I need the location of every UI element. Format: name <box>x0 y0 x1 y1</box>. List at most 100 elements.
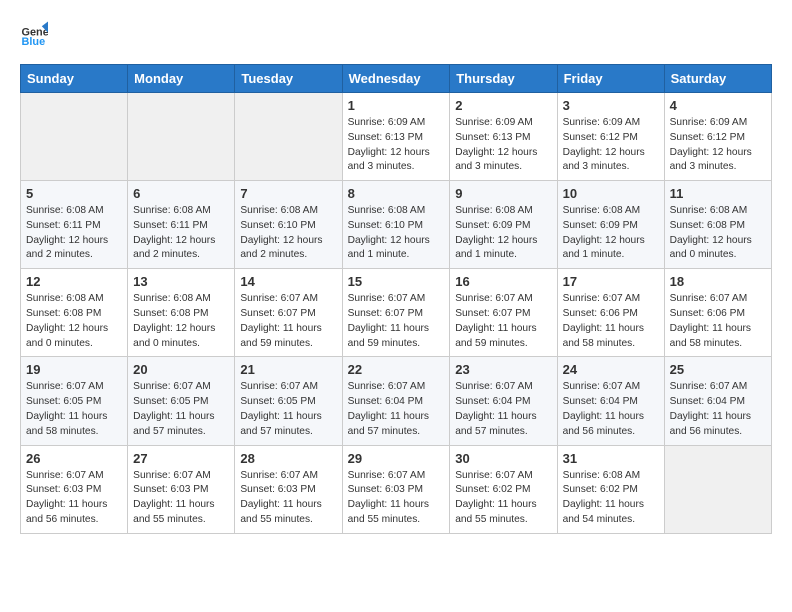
calendar-cell: 19 Sunrise: 6:07 AM Sunset: 6:05 PM Dayli… <box>21 357 128 445</box>
calendar-cell: 13 Sunrise: 6:08 AM Sunset: 6:08 PM Dayli… <box>128 269 235 357</box>
day-info: Sunrise: 6:08 AM Sunset: 6:11 PM Dayligh… <box>133 204 229 263</box>
weekday-header-tuesday: Tuesday <box>235 65 342 93</box>
day-info: Sunrise: 6:07 AM Sunset: 6:03 PM Dayligh… <box>348 469 445 528</box>
calendar-cell: 31Sunrise: 6:08 AM Sunset: 6:02 PM Dayli… <box>557 445 664 533</box>
day-number: 13 <box>133 274 229 289</box>
day-info: Sunrise: 6:09 AM Sunset: 6:12 PM Dayligh… <box>670 116 766 175</box>
day-info: Sunrise: 6:07 AM Sunset: 6:07 PM Dayligh… <box>455 292 551 351</box>
day-number: 24 <box>563 362 659 377</box>
calendar-cell: 26 Sunrise: 6:07 AM Sunset: 6:03 PM Dayli… <box>21 445 128 533</box>
day-info: Sunrise: 6:07 AM Sunset: 6:03 PM Dayligh… <box>133 469 229 528</box>
day-info: Sunrise: 6:08 AM Sunset: 6:10 PM Dayligh… <box>240 204 336 263</box>
day-info: Sunrise: 6:08 AM Sunset: 6:08 PM Dayligh… <box>133 292 229 351</box>
day-info: Sunrise: 6:08 AM Sunset: 6:10 PM Dayligh… <box>348 204 445 263</box>
day-info: Sunrise: 6:07 AM Sunset: 6:03 PM Dayligh… <box>26 469 122 528</box>
day-info: Sunrise: 6:08 AM Sunset: 6:08 PM Dayligh… <box>26 292 122 351</box>
day-info: Sunrise: 6:07 AM Sunset: 6:05 PM Dayligh… <box>133 380 229 439</box>
day-info: Sunrise: 6:07 AM Sunset: 6:07 PM Dayligh… <box>348 292 445 351</box>
day-info: Sunrise: 6:07 AM Sunset: 6:02 PM Dayligh… <box>455 469 551 528</box>
day-info: Sunrise: 6:07 AM Sunset: 6:04 PM Dayligh… <box>348 380 445 439</box>
calendar-cell: 24 Sunrise: 6:07 AM Sunset: 6:04 PM Dayli… <box>557 357 664 445</box>
day-number: 18 <box>670 274 766 289</box>
day-number: 5 <box>26 186 122 201</box>
calendar-cell: 29 Sunrise: 6:07 AM Sunset: 6:03 PM Dayli… <box>342 445 450 533</box>
calendar-cell: 27Sunrise: 6:07 AM Sunset: 6:03 PM Dayli… <box>128 445 235 533</box>
calendar-cell: 2 Sunrise: 6:09 AM Sunset: 6:13 PM Daylig… <box>450 93 557 181</box>
day-number: 12 <box>26 274 122 289</box>
week-row-5: 26 Sunrise: 6:07 AM Sunset: 6:03 PM Dayli… <box>21 445 772 533</box>
day-number: 3 <box>563 98 659 113</box>
day-info: Sunrise: 6:07 AM Sunset: 6:05 PM Dayligh… <box>26 380 122 439</box>
calendar-cell: 30 Sunrise: 6:07 AM Sunset: 6:02 PM Dayli… <box>450 445 557 533</box>
calendar-cell: 1Sunrise: 6:09 AM Sunset: 6:13 PM Daylig… <box>342 93 450 181</box>
logo-icon: General Blue <box>20 20 48 48</box>
day-number: 23 <box>455 362 551 377</box>
calendar-cell: 17 Sunrise: 6:07 AM Sunset: 6:06 PM Dayli… <box>557 269 664 357</box>
day-number: 29 <box>348 451 445 466</box>
weekday-header-wednesday: Wednesday <box>342 65 450 93</box>
day-number: 15 <box>348 274 445 289</box>
calendar-cell <box>664 445 771 533</box>
day-info: Sunrise: 6:09 AM Sunset: 6:12 PM Dayligh… <box>563 116 659 175</box>
day-info: Sunrise: 6:07 AM Sunset: 6:06 PM Dayligh… <box>563 292 659 351</box>
calendar-cell: 14 Sunrise: 6:07 AM Sunset: 6:07 PM Dayli… <box>235 269 342 357</box>
day-number: 31 <box>563 451 659 466</box>
calendar-cell <box>21 93 128 181</box>
day-number: 26 <box>26 451 122 466</box>
page-header: General Blue <box>20 20 772 48</box>
day-number: 30 <box>455 451 551 466</box>
week-row-3: 12 Sunrise: 6:08 AM Sunset: 6:08 PM Dayli… <box>21 269 772 357</box>
calendar-cell: 4 Sunrise: 6:09 AM Sunset: 6:12 PM Daylig… <box>664 93 771 181</box>
day-info: Sunrise: 6:07 AM Sunset: 6:03 PM Dayligh… <box>240 469 336 528</box>
day-number: 17 <box>563 274 659 289</box>
day-info: Sunrise: 6:07 AM Sunset: 6:05 PM Dayligh… <box>240 380 336 439</box>
day-info: Sunrise: 6:08 AM Sunset: 6:09 PM Dayligh… <box>455 204 551 263</box>
svg-text:Blue: Blue <box>22 36 46 48</box>
day-info: Sunrise: 6:08 AM Sunset: 6:09 PM Dayligh… <box>563 204 659 263</box>
weekday-header-thursday: Thursday <box>450 65 557 93</box>
calendar-table: SundayMondayTuesdayWednesdayThursdayFrid… <box>20 64 772 534</box>
day-number: 1 <box>348 98 445 113</box>
calendar-cell: 5 Sunrise: 6:08 AM Sunset: 6:11 PM Daylig… <box>21 181 128 269</box>
calendar-cell: 18 Sunrise: 6:07 AM Sunset: 6:06 PM Dayli… <box>664 269 771 357</box>
day-number: 16 <box>455 274 551 289</box>
logo: General Blue <box>20 20 52 48</box>
day-info: Sunrise: 6:07 AM Sunset: 6:04 PM Dayligh… <box>670 380 766 439</box>
calendar-cell: 15 Sunrise: 6:07 AM Sunset: 6:07 PM Dayli… <box>342 269 450 357</box>
week-row-2: 5 Sunrise: 6:08 AM Sunset: 6:11 PM Daylig… <box>21 181 772 269</box>
day-number: 4 <box>670 98 766 113</box>
day-number: 8 <box>348 186 445 201</box>
calendar-cell: 16 Sunrise: 6:07 AM Sunset: 6:07 PM Dayli… <box>450 269 557 357</box>
day-number: 28 <box>240 451 336 466</box>
calendar-cell: 11 Sunrise: 6:08 AM Sunset: 6:08 PM Dayli… <box>664 181 771 269</box>
day-number: 11 <box>670 186 766 201</box>
calendar-cell: 28 Sunrise: 6:07 AM Sunset: 6:03 PM Dayli… <box>235 445 342 533</box>
weekday-header-monday: Monday <box>128 65 235 93</box>
week-row-4: 19 Sunrise: 6:07 AM Sunset: 6:05 PM Dayli… <box>21 357 772 445</box>
calendar-cell: 8 Sunrise: 6:08 AM Sunset: 6:10 PM Daylig… <box>342 181 450 269</box>
day-number: 14 <box>240 274 336 289</box>
day-number: 10 <box>563 186 659 201</box>
day-info: Sunrise: 6:07 AM Sunset: 6:06 PM Dayligh… <box>670 292 766 351</box>
day-info: Sunrise: 6:07 AM Sunset: 6:04 PM Dayligh… <box>563 380 659 439</box>
day-info: Sunrise: 6:08 AM Sunset: 6:08 PM Dayligh… <box>670 204 766 263</box>
day-number: 9 <box>455 186 551 201</box>
day-number: 22 <box>348 362 445 377</box>
day-info: Sunrise: 6:07 AM Sunset: 6:07 PM Dayligh… <box>240 292 336 351</box>
day-info: Sunrise: 6:08 AM Sunset: 6:11 PM Dayligh… <box>26 204 122 263</box>
calendar-cell: 7 Sunrise: 6:08 AM Sunset: 6:10 PM Daylig… <box>235 181 342 269</box>
day-number: 20 <box>133 362 229 377</box>
calendar-cell: 21Sunrise: 6:07 AM Sunset: 6:05 PM Dayli… <box>235 357 342 445</box>
day-number: 7 <box>240 186 336 201</box>
weekday-header-row: SundayMondayTuesdayWednesdayThursdayFrid… <box>21 65 772 93</box>
calendar-cell: 23Sunrise: 6:07 AM Sunset: 6:04 PM Dayli… <box>450 357 557 445</box>
weekday-header-saturday: Saturday <box>664 65 771 93</box>
day-number: 25 <box>670 362 766 377</box>
day-info: Sunrise: 6:09 AM Sunset: 6:13 PM Dayligh… <box>455 116 551 175</box>
day-number: 19 <box>26 362 122 377</box>
day-number: 2 <box>455 98 551 113</box>
calendar-cell <box>128 93 235 181</box>
calendar-cell: 9 Sunrise: 6:08 AM Sunset: 6:09 PM Daylig… <box>450 181 557 269</box>
weekday-header-friday: Friday <box>557 65 664 93</box>
calendar-cell: 3 Sunrise: 6:09 AM Sunset: 6:12 PM Daylig… <box>557 93 664 181</box>
